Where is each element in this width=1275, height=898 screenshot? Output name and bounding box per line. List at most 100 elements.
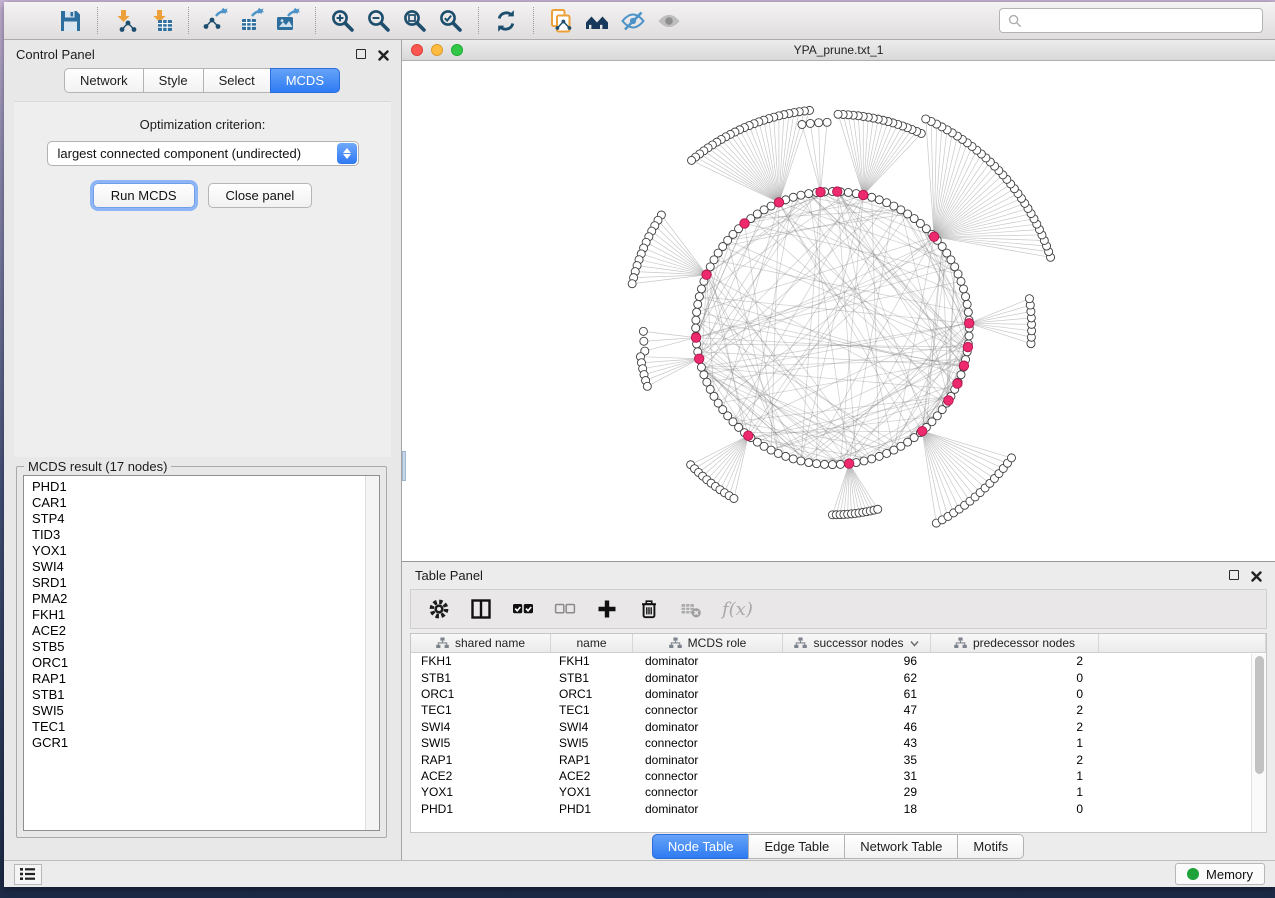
mcds-result-item[interactable]: FKH1 (32, 607, 371, 623)
first-neighbors-icon (584, 8, 610, 34)
mcds-result-groupbox: MCDS result (17 nodes) PHD1CAR1STP4TID3Y… (16, 466, 387, 838)
toolbar-separator (478, 7, 479, 34)
zoom-selected-button[interactable] (433, 6, 469, 36)
search-icon (1008, 14, 1022, 28)
zoom-fit-button[interactable] (397, 6, 433, 36)
mcds-result-item[interactable]: TEC1 (32, 719, 371, 735)
refresh-view-button[interactable] (488, 6, 524, 36)
table-row[interactable]: PHD1PHD1dominator180 (411, 801, 1266, 817)
shared-column-icon (954, 637, 967, 649)
table-row[interactable]: YOX1YOX1connector291 (411, 784, 1266, 800)
mcds-panel: Optimization criterion: largest connecte… (14, 101, 391, 457)
tab-network[interactable]: Network (64, 68, 144, 93)
mcds-list-scrollbar[interactable] (365, 476, 379, 830)
memory-button[interactable]: Memory (1175, 863, 1265, 885)
new-network-from-selection-button[interactable] (543, 6, 579, 36)
table-row[interactable]: FKH1FKH1dominator962 (411, 653, 1266, 669)
table-tab-network-table[interactable]: Network Table (844, 834, 958, 859)
new-network-from-selection-icon (548, 8, 574, 34)
table-scrollbar-thumb[interactable] (1255, 656, 1264, 774)
close-panel-button[interactable]: Close panel (208, 183, 313, 208)
export-table-button[interactable] (234, 6, 270, 36)
search-box[interactable] (999, 8, 1263, 33)
table-row[interactable]: RAP1RAP1dominator352 (411, 751, 1266, 767)
table-row[interactable]: SWI4SWI4dominator462 (411, 719, 1266, 735)
delete-column-button[interactable] (638, 598, 660, 620)
float-panel-icon[interactable] (356, 49, 366, 59)
mcds-result-item[interactable]: GCR1 (32, 735, 371, 751)
add-column-button[interactable] (596, 598, 618, 620)
tab-select[interactable]: Select (203, 68, 271, 93)
table-row[interactable]: SWI5SWI5connector431 (411, 735, 1266, 751)
close-panel-icon[interactable] (378, 49, 389, 60)
mcds-result-item[interactable]: YOX1 (32, 543, 371, 559)
zoom-out-button[interactable] (361, 6, 397, 36)
search-input[interactable] (1027, 14, 1254, 28)
mcds-result-item[interactable]: RAP1 (32, 671, 371, 687)
network-graph[interactable] (402, 61, 1275, 561)
save-session-icon (57, 8, 83, 34)
zoom-in-button[interactable] (325, 6, 361, 36)
mcds-result-list[interactable]: PHD1CAR1STP4TID3YOX1SWI4SRD1PMA2FKH1ACE2… (23, 475, 380, 831)
criterion-dropdown[interactable]: largest connected component (undirected) (47, 141, 359, 166)
column-header-shared-name[interactable]: shared name (411, 634, 551, 652)
first-neighbors-button[interactable] (579, 6, 615, 36)
mcds-result-item[interactable]: STP4 (32, 511, 371, 527)
open-file-button[interactable] (16, 6, 52, 36)
deselect-all-button[interactable] (554, 598, 576, 620)
import-table-button[interactable] (143, 6, 179, 36)
table-tab-node-table[interactable]: Node Table (652, 834, 750, 859)
mcds-result-item[interactable]: SWI5 (32, 703, 371, 719)
table-header-row: shared namenameMCDS rolesuccessor nodesp… (411, 634, 1266, 653)
table-row[interactable]: ACE2ACE2connector311 (411, 768, 1266, 784)
table-row[interactable]: ORC1ORC1dominator610 (411, 686, 1266, 702)
run-mcds-button[interactable]: Run MCDS (93, 183, 195, 208)
network-window-titlebar[interactable]: YPA_prune.txt_1 (402, 40, 1275, 61)
save-session-button[interactable] (52, 6, 88, 36)
zoom-fit-icon (402, 8, 428, 34)
table-tab-motifs[interactable]: Motifs (957, 834, 1024, 859)
column-header-successor-nodes[interactable]: successor nodes (783, 634, 931, 652)
network-window-title: YPA_prune.txt_1 (402, 43, 1275, 57)
table-row[interactable]: STB1STB1dominator620 (411, 669, 1266, 685)
column-header-name[interactable]: name (551, 634, 633, 652)
select-all-button[interactable] (512, 598, 534, 620)
export-image-icon (275, 8, 301, 34)
delete-table-icon (680, 598, 702, 620)
split-view-button[interactable] (470, 598, 492, 620)
close-table-panel-icon[interactable] (1251, 570, 1262, 581)
import-network-icon (112, 8, 138, 34)
table-settings-button[interactable] (428, 598, 450, 620)
column-header-MCDS-role[interactable]: MCDS role (633, 634, 783, 652)
mcds-result-item[interactable]: SRD1 (32, 575, 371, 591)
optimization-label: Optimization criterion: (14, 117, 391, 132)
tab-style[interactable]: Style (143, 68, 204, 93)
mcds-result-item[interactable]: STB1 (32, 687, 371, 703)
hide-selected-button[interactable] (615, 6, 651, 36)
delete-table-button[interactable] (680, 598, 702, 620)
mcds-result-item[interactable]: SWI4 (32, 559, 371, 575)
mcds-result-item[interactable]: TID3 (32, 527, 371, 543)
export-network-icon (203, 8, 229, 34)
task-history-button[interactable] (14, 864, 42, 885)
float-table-panel-icon[interactable] (1229, 570, 1239, 580)
export-network-button[interactable] (198, 6, 234, 36)
main-toolbar (4, 2, 1275, 40)
mcds-result-item[interactable]: ACE2 (32, 623, 371, 639)
mcds-result-item[interactable]: PMA2 (32, 591, 371, 607)
mcds-result-item[interactable]: ORC1 (32, 655, 371, 671)
show-all-button[interactable] (651, 6, 687, 36)
import-network-button[interactable] (107, 6, 143, 36)
tab-mcds[interactable]: MCDS (270, 68, 340, 93)
table-row[interactable]: TEC1TEC1connector472 (411, 702, 1266, 718)
function-builder-icon[interactable]: f(x) (722, 599, 753, 620)
mcds-result-item[interactable]: STB5 (32, 639, 371, 655)
column-header-predecessor-nodes[interactable]: predecessor nodes (931, 634, 1099, 652)
table-scrollbar[interactable] (1251, 654, 1266, 832)
mcds-result-item[interactable]: PHD1 (32, 479, 371, 495)
export-image-button[interactable] (270, 6, 306, 36)
table-tab-edge-table[interactable]: Edge Table (748, 834, 845, 859)
network-canvas[interactable] (402, 61, 1275, 561)
splitter-handle[interactable] (402, 451, 406, 481)
mcds-result-item[interactable]: CAR1 (32, 495, 371, 511)
